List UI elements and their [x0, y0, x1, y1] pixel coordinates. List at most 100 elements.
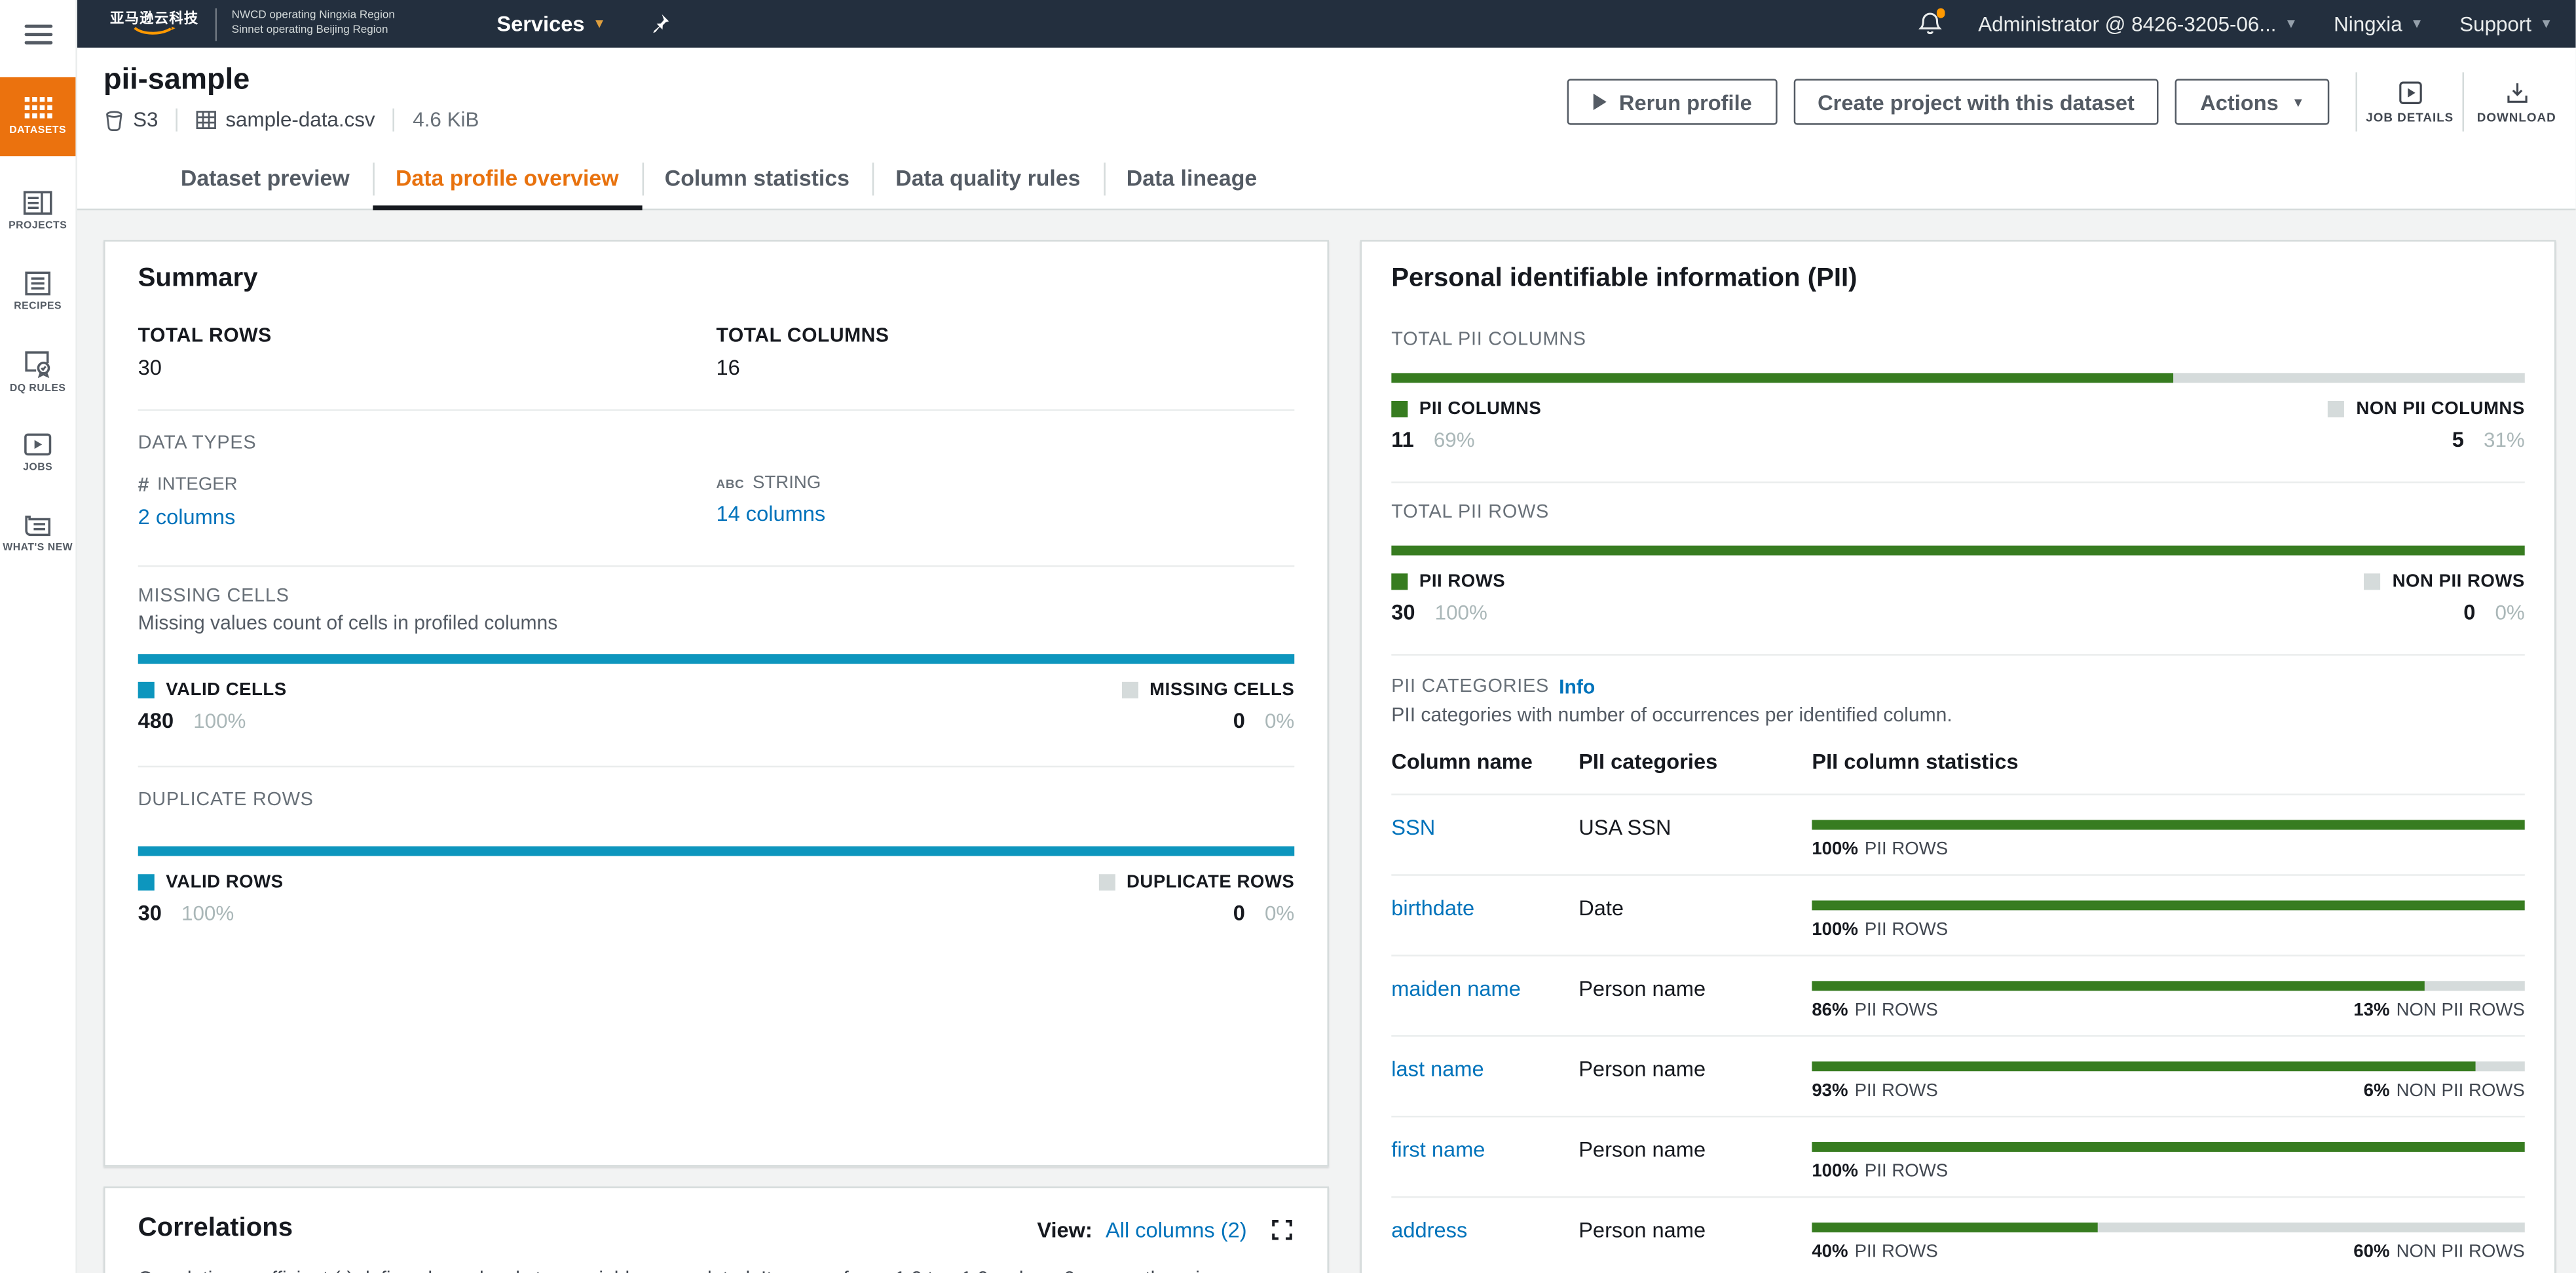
sidebar-item-dq-rules[interactable]: DQ RULES — [0, 332, 75, 411]
actions-button[interactable]: Actions ▼ — [2176, 79, 2330, 124]
integer-columns-link[interactable]: 2 columns — [138, 504, 236, 529]
valid-rows-values: 30 100% — [138, 900, 234, 925]
sidebar-item-label: WHAT'S NEW — [3, 541, 73, 553]
pii-category-value: Person name — [1578, 1217, 1812, 1262]
support-menu[interactable]: Support ▼ — [2459, 12, 2552, 35]
services-menu[interactable]: Services ▼ — [496, 12, 606, 37]
tab-data-profile-overview[interactable]: Data profile overview — [373, 148, 642, 209]
pii-rows-legend: PII ROWS — [1391, 572, 1505, 592]
tab-dataset-preview[interactable]: Dataset preview — [158, 148, 373, 209]
column-name-link[interactable]: maiden name — [1391, 976, 1578, 1021]
account-menu[interactable]: Administrator @ 8426-3205-06... ▼ — [1978, 12, 2298, 35]
pii-rows-pct: 40%PII ROWS — [1812, 1242, 1938, 1262]
duplicate-rows-bar — [138, 846, 1295, 856]
column-name-link[interactable]: last name — [1391, 1057, 1578, 1101]
correlations-card: Correlations View: All columns (2) Corre… — [103, 1187, 1329, 1273]
cyan-legend-swatch — [138, 682, 155, 698]
tab-column-statistics[interactable]: Column statistics — [642, 148, 872, 209]
green-legend-swatch — [1391, 573, 1408, 590]
pii-rows-pct: 93%PII ROWS — [1812, 1081, 1938, 1101]
job-details-button[interactable]: JOB DETAILS — [2367, 80, 2452, 124]
gray-legend-swatch — [1098, 874, 1115, 890]
total-columns-label: TOTAL COLUMNS — [716, 324, 1294, 347]
duplicate-rows-legend: DUPLICATE ROWS — [1098, 873, 1294, 892]
pii-categories-info-link[interactable]: Info — [1559, 675, 1595, 698]
pin-icon[interactable] — [648, 13, 670, 35]
recipes-icon — [23, 271, 52, 295]
create-project-button[interactable]: Create project with this dataset — [1793, 79, 2159, 124]
app-root: DATASETS PROJECTS RECIPE — [0, 0, 2576, 1273]
sidebar: DATASETS PROJECTS RECIPE — [0, 0, 77, 1273]
sidebar-item-recipes[interactable]: RECIPES — [0, 252, 75, 330]
pii-row-bar — [1812, 981, 2524, 991]
missing-cells-bar — [138, 654, 1295, 664]
correlations-title: Correlations — [138, 1214, 293, 1244]
chevron-down-icon: ▼ — [2292, 94, 2305, 109]
expand-icon[interactable] — [1270, 1217, 1295, 1242]
table-row: first name Person name 100%PII ROWS — [1391, 1117, 2525, 1198]
meta-divider — [393, 109, 395, 132]
meta-divider — [176, 109, 178, 132]
all-columns-link[interactable]: All columns (2) — [1106, 1217, 1247, 1242]
pii-rows-pct: 100%PII ROWS — [1812, 840, 1948, 860]
pii-category-value: Person name — [1578, 1137, 1812, 1182]
sidebar-item-label: DQ RULES — [10, 382, 66, 394]
pii-row-bar-fill — [1812, 1223, 2097, 1232]
valid-cells-values: 480 100% — [138, 708, 246, 733]
pii-category-value: Person name — [1578, 976, 1812, 1021]
string-columns-link[interactable]: 14 columns — [716, 501, 825, 526]
pii-column-statistics: 100%PII ROWS — [1812, 815, 2524, 860]
total-columns-value: 16 — [716, 355, 1294, 380]
data-types-label: DATA TYPES — [138, 434, 1295, 453]
sidebar-item-projects[interactable]: PROJECTS — [0, 171, 75, 250]
play-icon — [1591, 94, 1606, 110]
column-name-link[interactable]: birthdate — [1391, 896, 1578, 940]
sidebar-item-jobs[interactable]: JOBS — [0, 413, 75, 491]
cyan-legend-swatch — [138, 874, 155, 890]
missing-cells-label: MISSING CELLS — [138, 586, 1295, 606]
non-pii-rows-values: 0 0% — [2463, 599, 2525, 624]
pii-categories-label: PII CATEGORIES — [1391, 677, 1549, 696]
pii-rows-pct: 100%PII ROWS — [1812, 920, 1948, 940]
string-type-icon: ABC — [716, 476, 744, 491]
valid-cells-legend: VALID CELLS — [138, 680, 287, 700]
region-menu[interactable]: Ningxia ▼ — [2334, 12, 2423, 35]
console-topbar: 亚马逊云科技 NWCD operating Ningxia Region Sin… — [77, 0, 2576, 48]
dataset-meta: S3 sample-data.csv 4.6 KiB — [103, 109, 479, 132]
missing-cells-values: 0 0% — [1233, 708, 1295, 733]
sidebar-item-label: DATASETS — [9, 125, 66, 137]
non-pii-rows-pct: 13%NON PII ROWS — [2353, 1000, 2524, 1020]
column-name-link[interactable]: SSN — [1391, 815, 1578, 860]
divider — [1391, 482, 2525, 484]
correlations-description: Correlation coefficient (r) defines how … — [138, 1267, 1295, 1273]
table-row: last name Person name 93%PII ROWS 6%NON … — [1391, 1037, 2525, 1118]
page-title: pii-sample — [103, 62, 250, 97]
column-name-link[interactable]: address — [1391, 1217, 1578, 1262]
pii-column-statistics: 100%PII ROWS — [1812, 1137, 2524, 1182]
duplicate-rows-values: 0 0% — [1233, 900, 1295, 925]
non-pii-rows-pct: 6%NON PII ROWS — [2364, 1081, 2525, 1101]
header-actions: Rerun profile Create project with this d… — [1550, 72, 2560, 131]
tab-data-quality-rules[interactable]: Data quality rules — [872, 148, 1103, 209]
pii-row-bar — [1812, 900, 2524, 910]
missing-cells-description: Missing values count of cells in profile… — [138, 611, 1295, 634]
non-pii-columns-values: 5 31% — [2452, 427, 2525, 452]
sidebar-item-whats-new[interactable]: WHAT'S NEW — [0, 493, 75, 571]
amazon-smile-icon — [133, 26, 176, 36]
column-name-link[interactable]: first name — [1391, 1137, 1578, 1182]
download-button[interactable]: DOWNLOAD — [2474, 80, 2559, 124]
total-pii-columns-label: TOTAL PII COLUMNS — [1391, 330, 2525, 350]
aws-china-logo[interactable]: 亚马逊云科技 — [110, 12, 198, 35]
rerun-profile-button[interactable]: Rerun profile — [1567, 79, 1777, 124]
gray-legend-swatch — [2328, 401, 2345, 417]
sidebar-item-datasets[interactable]: DATASETS — [0, 77, 75, 156]
jobs-play-icon — [23, 431, 52, 456]
tab-data-lineage[interactable]: Data lineage — [1104, 148, 1280, 209]
datasets-grid-icon — [24, 97, 52, 120]
divider — [138, 409, 1295, 411]
sidebar-item-label: RECIPES — [14, 300, 62, 312]
notifications-bell-icon[interactable] — [1919, 12, 1942, 37]
menu-icon[interactable] — [25, 25, 53, 47]
pii-row-bar-fill — [1812, 981, 2425, 991]
gray-legend-swatch — [2364, 573, 2381, 590]
